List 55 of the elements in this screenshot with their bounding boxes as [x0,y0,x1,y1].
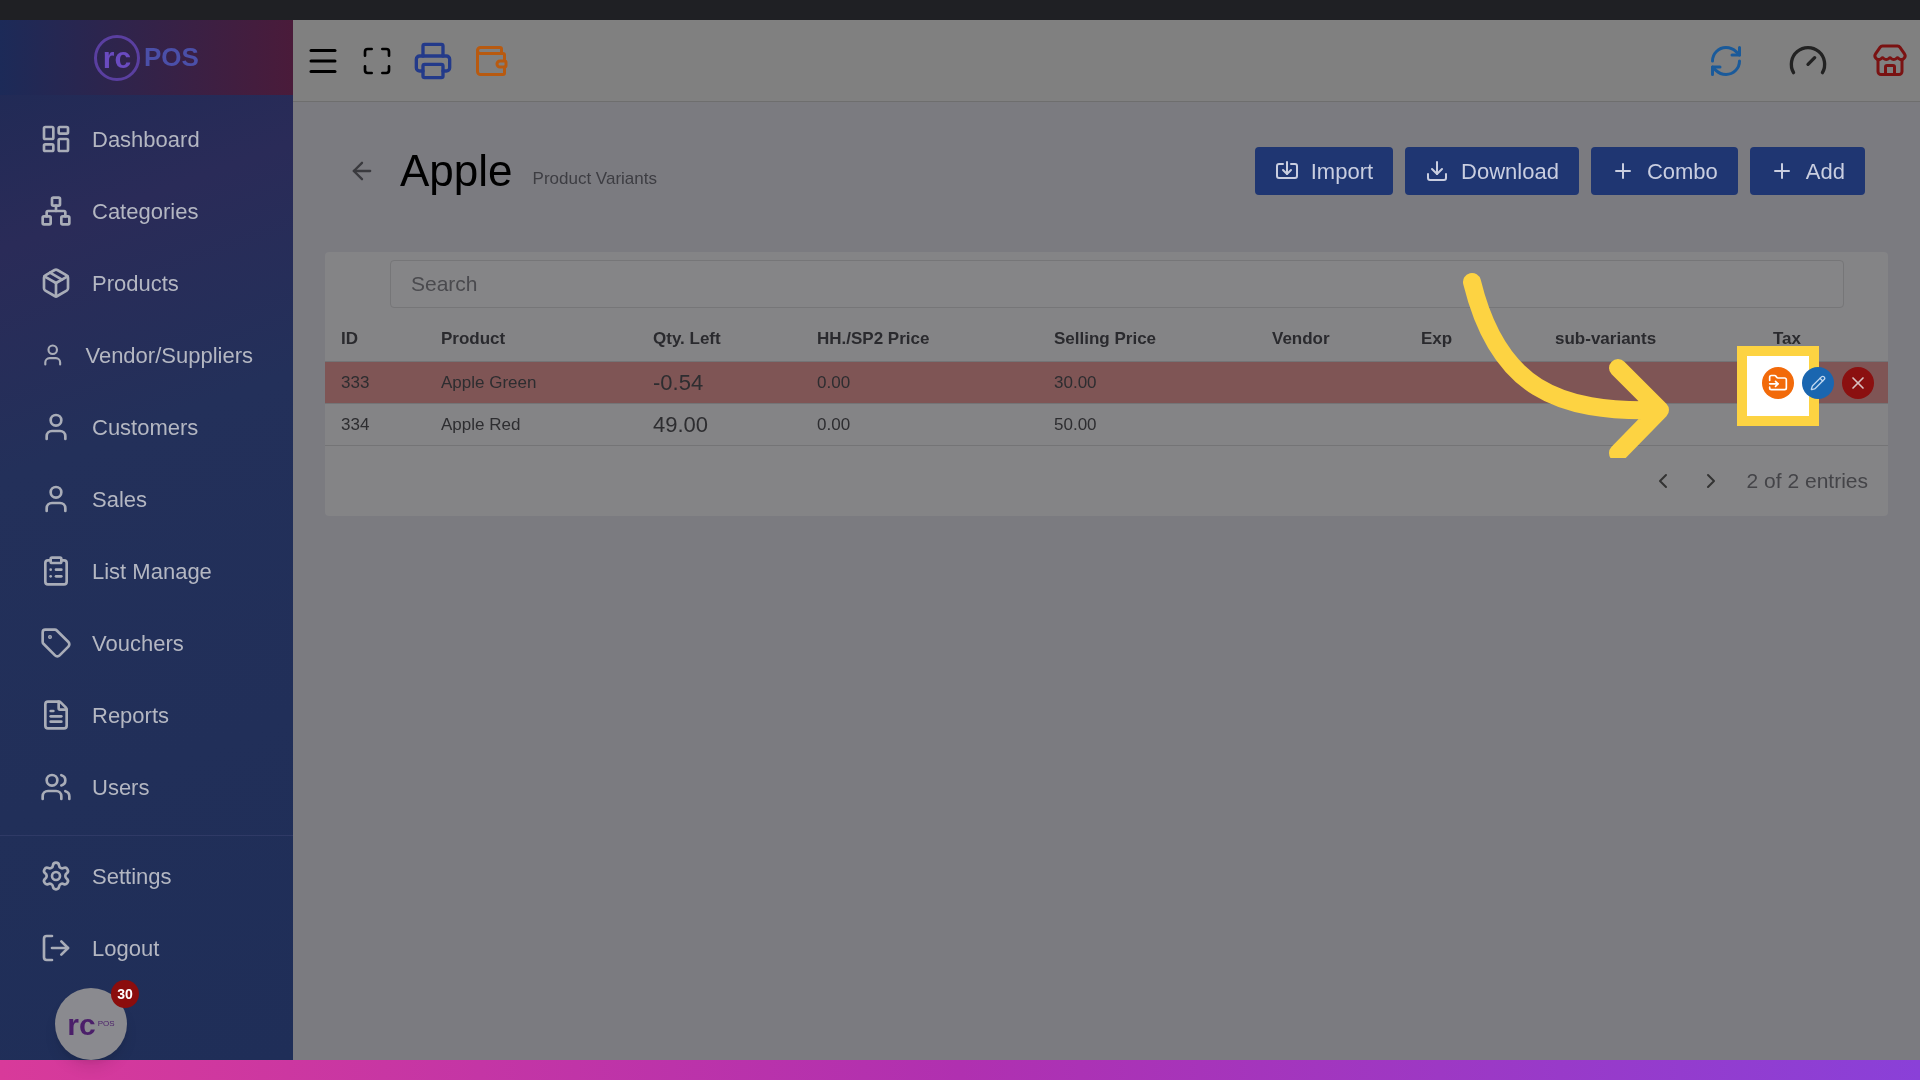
sidebar-item[interactable]: Users [0,751,293,823]
edit-button[interactable] [1802,367,1834,399]
edit-icon [1810,375,1826,391]
table-cell: -0.54 [653,370,704,395]
action-button[interactable]: Add [1749,147,1865,195]
tag-icon [40,627,72,659]
action-button[interactable]: Combo [1590,147,1738,195]
column-header: Qty. Left [653,328,721,348]
search-field[interactable]: Search [390,260,1844,308]
table-cell: 0.00 [817,414,851,434]
column-header: Selling Price [1054,328,1157,348]
column-header: Vendor [1272,328,1330,348]
logo: rc POS [0,20,293,95]
page-title: Apple [400,145,513,197]
column-header: sub-variants [1555,328,1657,348]
store-icon[interactable] [1872,42,1908,79]
notification-badge: 30 [111,980,139,1008]
settings-icon [40,860,72,892]
table-cell: 50.00 [1054,414,1097,434]
table-row[interactable]: 334 Apple Red 49.00 0.00 50.00 [325,404,1888,446]
table-cell: 334 [341,414,370,434]
sidebar-item[interactable]: Categories [0,175,293,247]
dashboard-icon [40,123,72,155]
column-header: Tax [1773,328,1802,348]
delete-button[interactable] [1842,367,1874,399]
download-icon [1425,159,1450,183]
page-subtitle: Product Variants [532,168,657,191]
pagination-summary: 2 of 2 entries [1746,468,1868,495]
action-button[interactable]: Import [1254,147,1394,195]
sidebar-item[interactable]: Products [0,247,293,319]
sidebar-item[interactable]: Vendor/Suppliers [0,319,293,391]
table-cell: 333 [341,372,370,392]
action-button[interactable]: Download [1405,147,1579,195]
sidebar-item[interactable]: Dashboard [0,103,293,175]
box-icon [40,267,72,299]
column-header: ID [341,328,358,348]
table-cell: 0.00 [817,372,851,392]
logout-icon [40,932,72,964]
sidebar-item[interactable]: Settings [0,840,293,912]
table-cell: 30.00 [1054,372,1097,392]
column-header: HH./SP2 Price [817,328,930,348]
column-header: Exp [1421,328,1453,348]
sidebar-item[interactable]: Sales [0,463,293,535]
sidebar-item[interactable]: List Manage [0,535,293,607]
table-cell: 49.00 [653,412,709,437]
sidebar-item[interactable]: Customers [0,391,293,463]
printer-icon[interactable] [413,40,453,81]
sidebar-item[interactable]: Reports [0,679,293,751]
folder-icon [1768,373,1788,393]
sidebar-item[interactable]: Vouchers [0,607,293,679]
table-cell: Apple Green [441,372,537,392]
column-header: Product [441,328,506,348]
users-icon [40,771,72,803]
table-cell: Apple Red [441,414,521,434]
hierarchy-icon [40,195,72,227]
